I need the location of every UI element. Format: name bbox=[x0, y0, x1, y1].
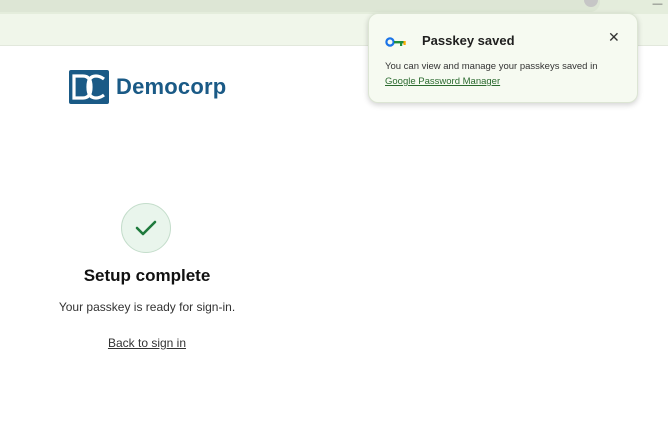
popup-body: You can view and manage your passkeys sa… bbox=[385, 59, 630, 89]
minimize-button[interactable]: — bbox=[652, 0, 663, 10]
key-icon bbox=[385, 34, 407, 52]
passkey-saved-popup: Passkey saved ✕ You can view and manage … bbox=[368, 13, 638, 103]
close-icon[interactable]: ✕ bbox=[608, 30, 620, 46]
back-to-sign-in-link[interactable]: Back to sign in bbox=[108, 336, 186, 350]
democorp-logo: Democorp bbox=[69, 70, 226, 104]
browser-tab-strip: — bbox=[0, 0, 668, 14]
success-check-icon bbox=[121, 203, 171, 253]
back-to-sign-in-row: Back to sign in bbox=[0, 336, 294, 350]
page-title: Setup complete bbox=[83, 266, 211, 285]
logo-mark-icon bbox=[69, 70, 109, 104]
brand-name: Democorp bbox=[116, 74, 227, 99]
active-tab[interactable] bbox=[0, 0, 600, 12]
password-manager-link[interactable]: Google Password Manager bbox=[385, 76, 500, 87]
popup-title: Passkey saved bbox=[422, 33, 515, 48]
status-message: Your passkey is ready for sign-in. bbox=[58, 300, 236, 314]
popup-body-text: You can view and manage your passkeys sa… bbox=[385, 61, 598, 72]
